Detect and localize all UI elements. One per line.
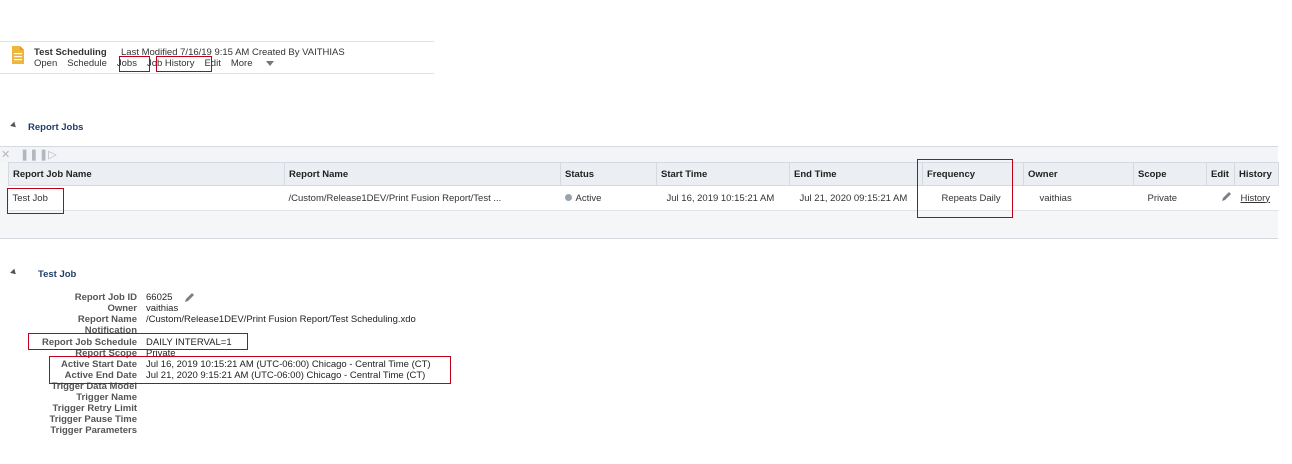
- collapse-triangle-icon[interactable]: [10, 121, 18, 130]
- history-link[interactable]: History: [1234, 185, 1279, 211]
- resume-icon[interactable]: ❚▷: [39, 148, 57, 161]
- edit-pencil-icon[interactable]: [1221, 191, 1232, 202]
- column-header-status[interactable]: Status: [560, 162, 657, 186]
- table-row: Test Job /Custom/Release1DEV/Print Fusio…: [8, 185, 1279, 211]
- start-time-cell: Jul 16, 2019 10:15:21 AM: [656, 185, 790, 211]
- table-header-row: Report Job Name Report Name Status Start…: [8, 162, 1279, 186]
- job-history-highlight-box: [156, 56, 212, 72]
- active-dates-highlight-box: [49, 356, 451, 384]
- catalog-item-title: Test Scheduling: [34, 47, 107, 58]
- edit-pencil-icon[interactable]: [184, 292, 195, 303]
- open-link[interactable]: Open: [34, 58, 57, 69]
- collapse-triangle-icon[interactable]: [10, 268, 18, 277]
- column-header-owner[interactable]: Owner: [1023, 162, 1134, 186]
- column-header-scope[interactable]: Scope: [1133, 162, 1207, 186]
- catalog-item-meta: Last Modified 7/16/19 9:15 AM Created By…: [121, 47, 345, 58]
- pause-icon[interactable]: ❚❚: [20, 148, 38, 161]
- column-header-report-name[interactable]: Report Name: [284, 162, 561, 186]
- column-header-start-time[interactable]: Start Time: [656, 162, 790, 186]
- report-jobs-table: Report Job Name Report Name Status Start…: [8, 162, 1279, 211]
- active-status-icon: [564, 194, 572, 202]
- owner-cell: vaithias: [1023, 185, 1134, 211]
- jobs-toolbar: [0, 146, 1278, 163]
- report-name-cell: /Custom/Release1DEV/Print Fusion Report/…: [284, 185, 561, 211]
- report-jobs-section-title: Report Jobs: [28, 122, 84, 133]
- column-header-edit: Edit: [1206, 162, 1235, 186]
- header-bottom-rule: [0, 73, 434, 74]
- delete-icon[interactable]: ✕: [1, 148, 10, 161]
- document-icon: [12, 46, 24, 64]
- edit-cell: [1206, 185, 1235, 211]
- schedule-link[interactable]: Schedule: [67, 58, 107, 69]
- chevron-down-icon: [265, 60, 274, 66]
- jobs-highlight-box: [119, 56, 150, 72]
- status-cell: Active: [560, 185, 657, 211]
- more-menu[interactable]: More: [231, 58, 284, 69]
- column-header-history: History: [1234, 162, 1279, 186]
- job-name-highlight-box: [7, 188, 64, 214]
- scope-cell: Private: [1133, 185, 1207, 211]
- frequency-highlight-box: [917, 159, 1013, 218]
- column-header-job-name[interactable]: Report Job Name: [8, 162, 285, 186]
- schedule-highlight-box: [28, 333, 248, 350]
- end-time-cell: Jul 21, 2020 09:15:21 AM: [789, 185, 923, 211]
- test-job-section-title: Test Job: [38, 269, 77, 280]
- column-header-end-time[interactable]: End Time: [789, 162, 923, 186]
- header-top-rule: [0, 41, 434, 42]
